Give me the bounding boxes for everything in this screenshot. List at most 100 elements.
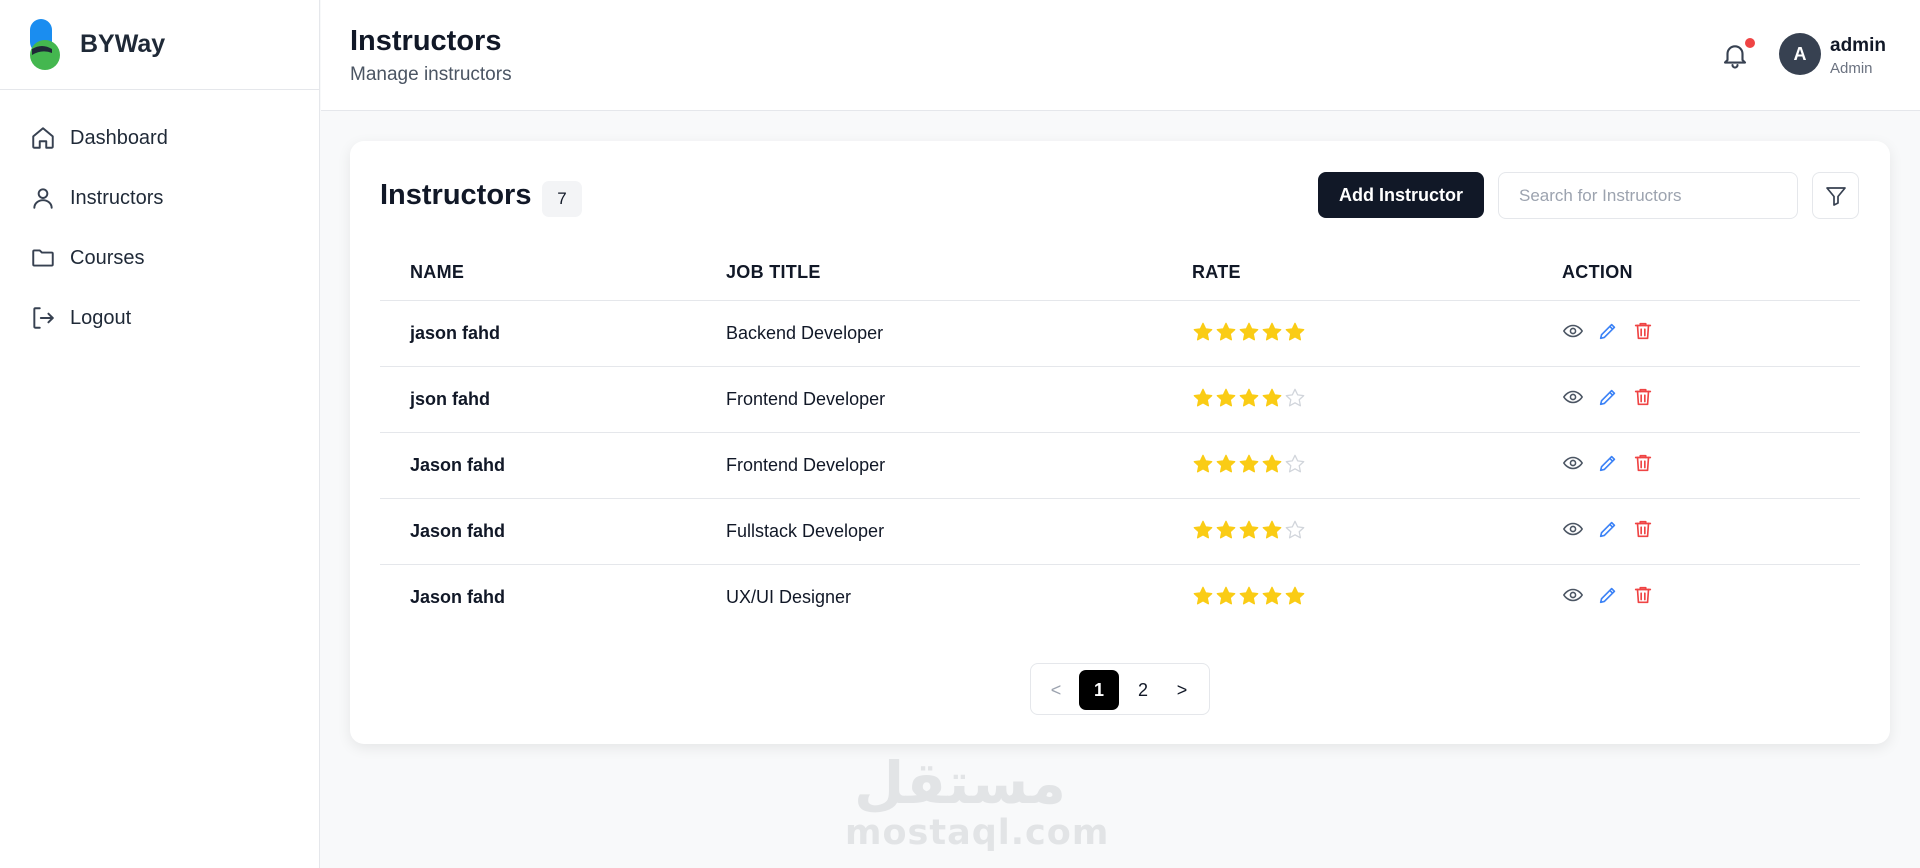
star-filled-icon <box>1216 388 1236 407</box>
sidebar: BYWay Dashboard Instructors Courses Logo… <box>0 0 320 868</box>
column-header-action: ACTION <box>1562 262 1633 282</box>
row-actions <box>1562 386 1654 408</box>
rating-stars <box>1192 453 1307 475</box>
sidebar-item-label: Logout <box>70 306 132 329</box>
filter-button[interactable] <box>1812 172 1859 219</box>
eye-icon[interactable] <box>1562 386 1584 408</box>
sidebar-item-logout[interactable]: Logout <box>0 288 319 348</box>
column-header-job-title[interactable]: JOB TITLE <box>726 262 821 283</box>
row-actions <box>1562 584 1654 606</box>
user-name: admin <box>1830 35 1886 56</box>
folder-icon <box>32 249 54 267</box>
star-filled-icon <box>1239 322 1259 341</box>
row-actions <box>1562 452 1654 474</box>
user-icon <box>33 188 53 209</box>
star-filled-icon <box>1239 388 1259 407</box>
filter-icon <box>1825 186 1846 206</box>
eye-icon[interactable] <box>1562 452 1584 474</box>
sidebar-item-courses[interactable]: Courses <box>0 228 319 288</box>
star-filled-icon <box>1216 322 1236 341</box>
job-title: Fullstack Developer <box>726 521 885 541</box>
column-header-name[interactable]: NAME <box>410 262 464 283</box>
star-filled-icon <box>1216 586 1236 605</box>
avatar[interactable]: A <box>1779 33 1821 75</box>
column-header-rate[interactable]: RATE <box>1192 262 1241 283</box>
instructor-name: Jason fahd <box>410 455 506 475</box>
search-input[interactable] <box>1498 172 1798 219</box>
star-filled-icon <box>1193 388 1213 407</box>
star-filled-icon <box>1285 322 1305 341</box>
watermark-latin: mostaql.com <box>845 813 1110 853</box>
star-filled-icon <box>1262 388 1282 407</box>
table-body: jason fahd Backend Developer json fahd Fron… <box>380 301 1860 631</box>
star-filled-icon <box>1193 586 1213 605</box>
trash-icon[interactable] <box>1632 386 1654 408</box>
table-header: NAME JOB TITLE RATE ACTION <box>380 243 1860 301</box>
page-button-2[interactable]: 2 <box>1123 670 1163 710</box>
brand-logo-icon <box>30 18 60 71</box>
trash-icon[interactable] <box>1632 452 1654 474</box>
star-filled-icon <box>1262 520 1282 539</box>
trash-icon[interactable] <box>1632 518 1654 540</box>
table-row: json fahd Frontend Developer <box>380 367 1860 433</box>
job-title: UX/UI Designer <box>726 587 852 607</box>
pencil-icon[interactable] <box>1597 452 1619 474</box>
sidebar-item-label: Instructors <box>70 186 164 209</box>
sidebar-item-dashboard[interactable]: Dashboard <box>0 108 319 168</box>
next-page-button[interactable]: > <box>1167 670 1197 710</box>
row-actions <box>1562 518 1654 540</box>
instructors-card: Instructors 7 Add Instructor NAME JOB TI… <box>350 141 1890 744</box>
table-row: Jason fahd Frontend Developer <box>380 433 1860 499</box>
star-empty-icon <box>1285 454 1305 473</box>
watermark: مستقل mostaql.com <box>845 749 1110 853</box>
pencil-icon[interactable] <box>1597 320 1619 342</box>
pagination: < 1 2 > <box>1030 663 1210 715</box>
notification-dot <box>1745 38 1755 48</box>
job-title: Backend Developer <box>726 323 884 343</box>
table-row: Jason fahd Fullstack Developer <box>380 499 1860 565</box>
table-row: Jason fahd UX/UI Designer <box>380 565 1860 631</box>
trash-icon[interactable] <box>1632 584 1654 606</box>
home-icon <box>32 127 54 149</box>
star-filled-icon <box>1285 586 1305 605</box>
instructor-name: jason fahd <box>410 323 501 343</box>
pencil-icon[interactable] <box>1597 386 1619 408</box>
instructors-table: NAME JOB TITLE RATE ACTION jason fahd Bac… <box>380 243 1860 631</box>
prev-page-button[interactable]: < <box>1041 670 1071 710</box>
page-subtitle: Manage instructors <box>350 64 512 85</box>
watermark-arabic: مستقل <box>853 749 1067 817</box>
sidebar-nav: Dashboard Instructors Courses Logout <box>0 90 319 348</box>
brand[interactable]: BYWay <box>0 0 319 90</box>
count-badge: 7 <box>542 181 582 217</box>
job-title: Frontend Developer <box>726 389 886 409</box>
logout-icon <box>33 307 54 329</box>
top-bar: Instructors Manage instructors A admin A… <box>321 0 1920 111</box>
star-filled-icon <box>1193 520 1213 539</box>
star-filled-icon <box>1193 322 1213 341</box>
page-button-1[interactable]: 1 <box>1079 670 1119 710</box>
star-filled-icon <box>1239 520 1259 539</box>
pencil-icon[interactable] <box>1597 584 1619 606</box>
star-filled-icon <box>1262 454 1282 473</box>
sidebar-item-label: Dashboard <box>70 126 168 149</box>
star-filled-icon <box>1262 322 1282 341</box>
star-filled-icon <box>1216 520 1236 539</box>
sidebar-item-instructors[interactable]: Instructors <box>0 168 319 228</box>
star-empty-icon <box>1285 388 1305 407</box>
trash-icon[interactable] <box>1632 320 1654 342</box>
eye-icon[interactable] <box>1562 518 1584 540</box>
rating-stars <box>1192 321 1307 343</box>
table-row: jason fahd Backend Developer <box>380 301 1860 367</box>
rating-stars <box>1192 585 1307 607</box>
job-title: Frontend Developer <box>726 455 886 475</box>
eye-icon[interactable] <box>1562 320 1584 342</box>
star-filled-icon <box>1262 586 1282 605</box>
instructor-name: Jason fahd <box>410 587 506 607</box>
pencil-icon[interactable] <box>1597 518 1619 540</box>
star-filled-icon <box>1239 586 1259 605</box>
eye-icon[interactable] <box>1562 584 1584 606</box>
add-instructor-button[interactable]: Add Instructor <box>1318 172 1484 218</box>
star-filled-icon <box>1216 454 1236 473</box>
rating-stars <box>1192 519 1307 541</box>
card-title: Instructors <box>380 179 532 211</box>
